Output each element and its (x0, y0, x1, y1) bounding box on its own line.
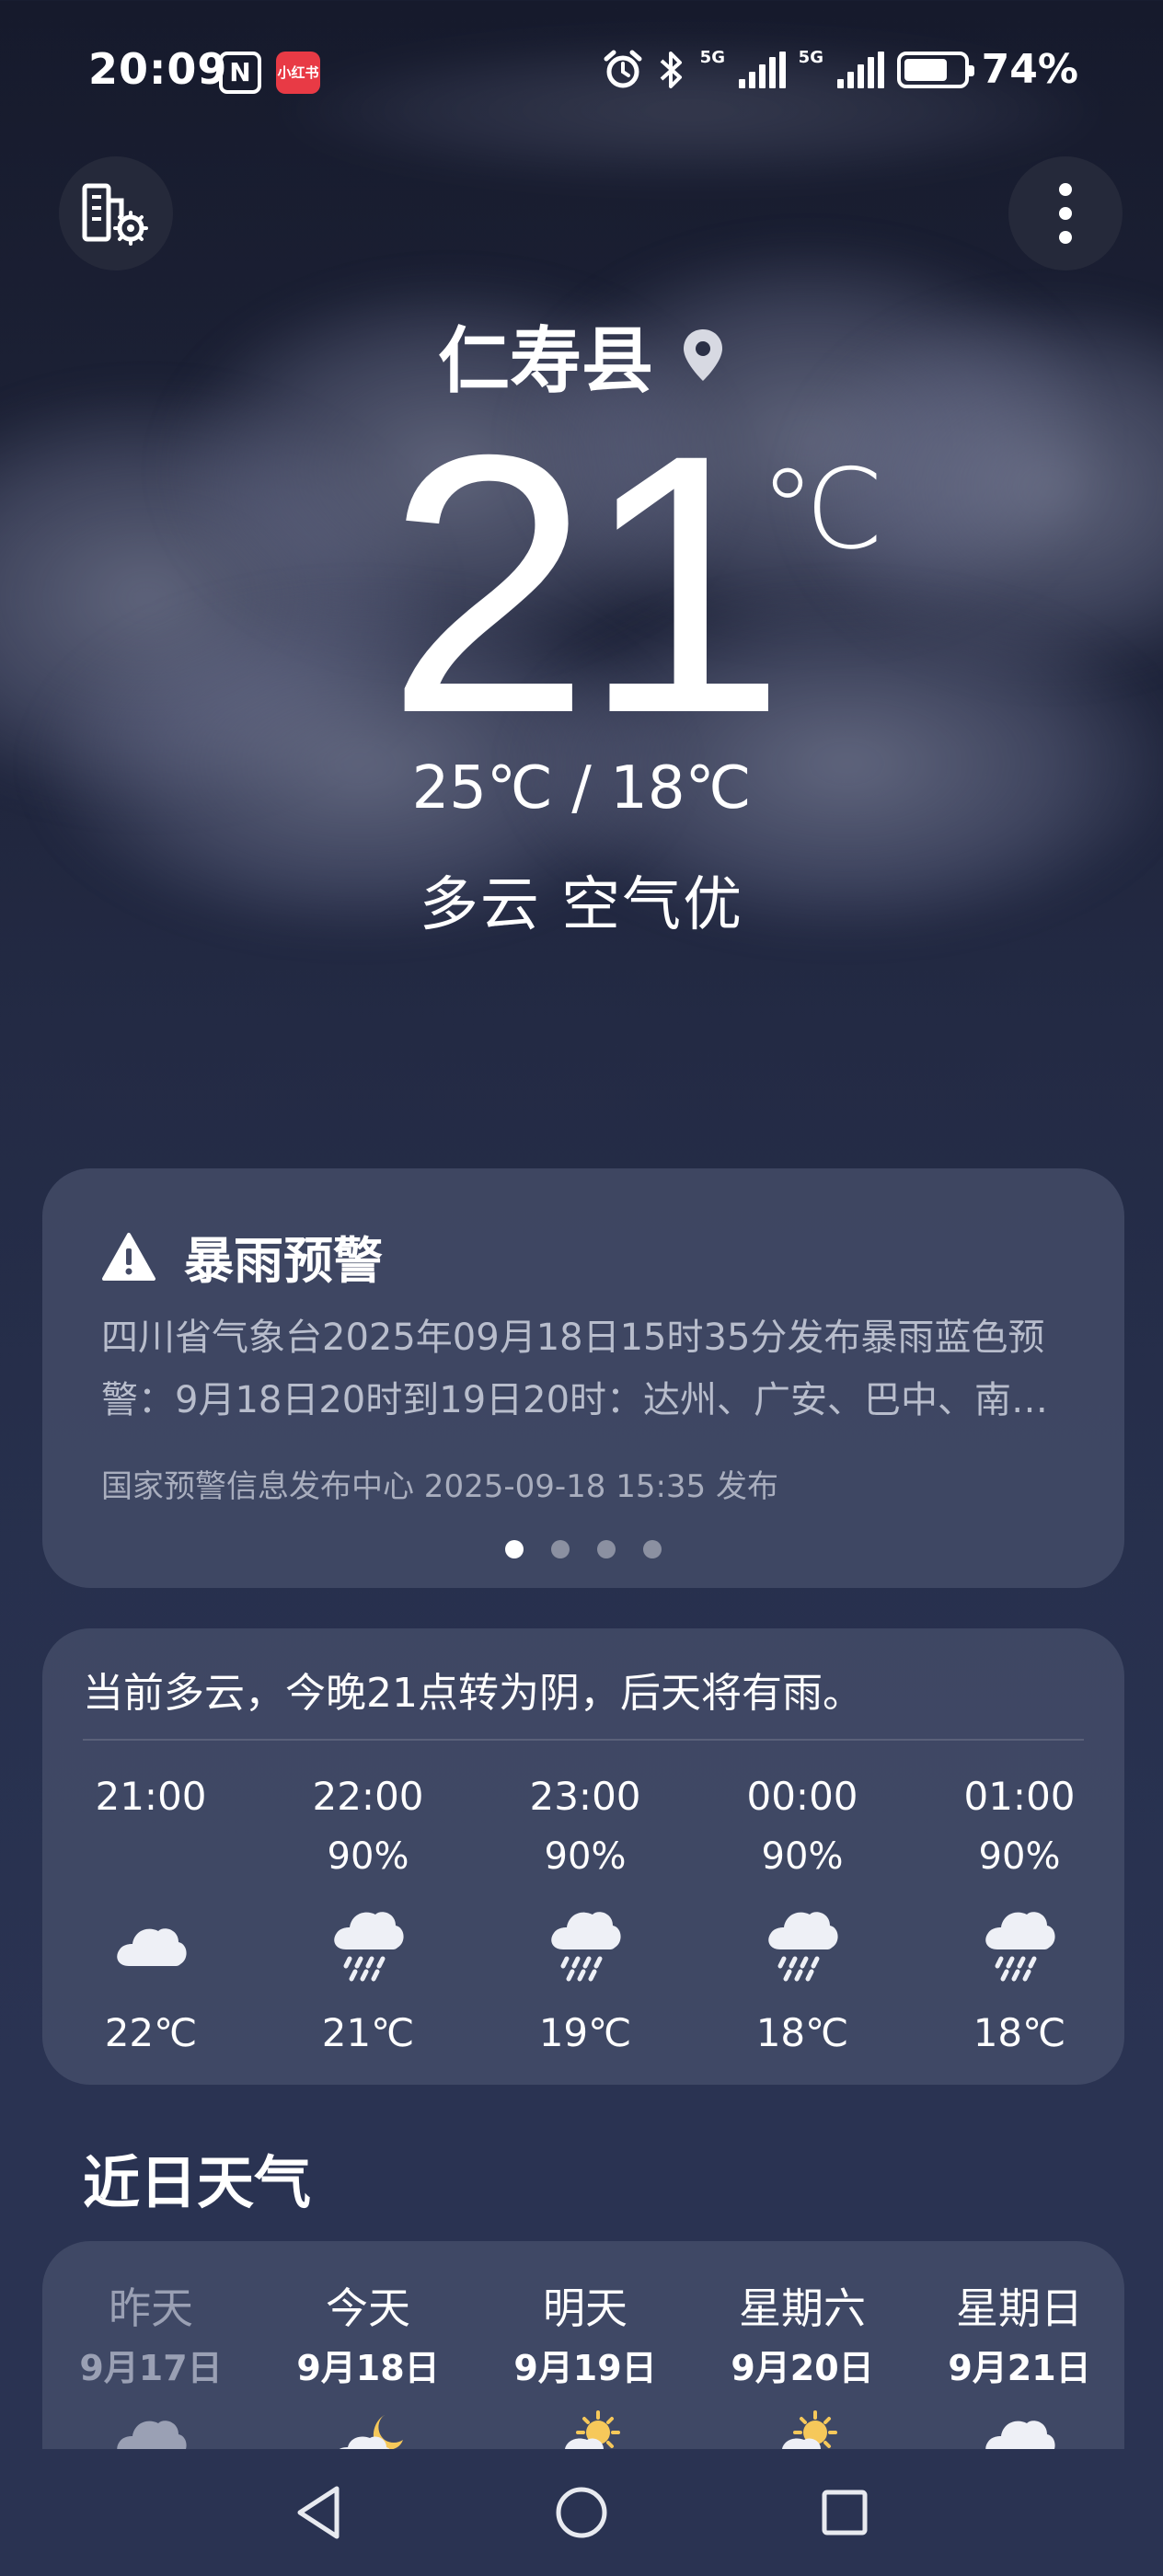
signal-icon-sim1: 5G (700, 48, 786, 88)
hour-time: 22:00 (312, 1774, 424, 1819)
hour-time: 00:00 (746, 1774, 858, 1819)
day-name: 昨天 (109, 2283, 193, 2333)
hour-precip: 90% (544, 1835, 627, 1878)
day-item-saturday[interactable]: 星期六 9月20日 (701, 2276, 904, 2469)
bluetooth-icon (660, 51, 682, 88)
rain-icon (276, 1886, 460, 2006)
recent-weather-title: 近日天气 (83, 2149, 312, 2216)
hour-precip: 90% (327, 1835, 409, 1878)
day-item-yesterday[interactable]: 昨天 9月17日 (50, 2276, 252, 2466)
recents-square-icon[interactable] (821, 2489, 869, 2536)
more-vertical-icon (1059, 183, 1072, 244)
signal-icon-sim2: 5G (799, 48, 884, 88)
hour-precip: 90% (761, 1835, 844, 1878)
alert-source: 国家预警信息发布中心 2025-09-18 15:35 发布 (101, 1468, 778, 1505)
temperature-unit: ℃ (760, 446, 884, 574)
city-manage-button[interactable] (59, 156, 173, 270)
divider (83, 1739, 1084, 1741)
hour-temp: 21℃ (321, 2010, 415, 2055)
status-time: 20:09 (88, 44, 228, 94)
rain-icon (493, 1886, 677, 2006)
day-date: 9月18日 (296, 2348, 440, 2388)
weather-condition: 多云 空气优 (419, 871, 744, 939)
day-item-sunday[interactable]: 星期日 9月21日 (918, 2276, 1121, 2466)
pagination-dot-4[interactable] (643, 1540, 662, 1558)
day-date: 9月21日 (948, 2348, 1091, 2388)
hourly-item: 22:00 90% 21℃ (276, 1766, 460, 2061)
current-temperature-wrap: 21 (0, 378, 1163, 789)
back-triangle-icon[interactable] (294, 2485, 342, 2540)
day-name: 星期六 (739, 2283, 866, 2333)
pagination-dot-3[interactable] (597, 1540, 616, 1558)
hour-time: 23:00 (529, 1774, 641, 1819)
hour-precip (59, 1827, 243, 1886)
cloudy-icon (59, 1886, 243, 2006)
warning-icon (102, 1232, 155, 1281)
alert-title-row: 暴雨预警 (101, 1220, 383, 1293)
current-temperature: 21 (386, 378, 787, 789)
hourly-summary: 当前多云，今晚21点转为阴，后天将有雨。 (83, 1670, 863, 1717)
battery-icon (896, 51, 974, 88)
hourly-forecast-card[interactable]: 当前多云，今晚21点转为阴，后天将有雨。 21:00 22℃ 22:00 90%… (42, 1628, 1124, 2085)
hourly-item: 00:00 90% 18℃ (710, 1766, 894, 2061)
rain-icon (927, 1886, 1111, 2006)
day-item-today[interactable]: 今天 9月18日 (267, 2276, 469, 2469)
nfc-icon: N (219, 52, 261, 94)
hour-temp: 19℃ (538, 2010, 632, 2055)
hourly-item: 01:00 90% 18℃ (927, 1766, 1111, 2061)
alert-pagination (42, 1540, 1124, 1558)
hour-temp: 22℃ (104, 2010, 198, 2055)
rain-icon (710, 1886, 894, 2006)
pagination-dot-1[interactable] (505, 1540, 524, 1558)
more-options-button[interactable] (1008, 156, 1123, 270)
alert-title: 暴雨预警 (184, 1232, 383, 1290)
hour-temp: 18℃ (973, 2010, 1066, 2055)
day-name: 明天 (543, 2283, 628, 2333)
weather-alert-card[interactable]: 暴雨预警 四川省气象台2025年09月18日15时35分发布暴雨蓝色预警：9月1… (42, 1168, 1124, 1588)
alarm-icon (604, 50, 642, 87)
day-name: 星期日 (956, 2283, 1083, 2333)
day-item-tomorrow[interactable]: 明天 9月19日 (484, 2276, 686, 2469)
system-navigation-bar (0, 2449, 1163, 2576)
temperature-range: 25℃ / 18℃ (411, 754, 752, 822)
city-settings-icon (82, 183, 148, 246)
hour-precip: 90% (978, 1835, 1061, 1878)
hourly-item: 23:00 90% 19℃ (493, 1766, 677, 2061)
hour-temp: 18℃ (755, 2010, 849, 2055)
hourly-item: 21:00 22℃ (59, 1766, 243, 2061)
location-pin-icon (684, 329, 722, 381)
day-date: 9月20日 (731, 2348, 874, 2388)
day-name: 今天 (326, 2283, 410, 2333)
battery-percent: 74% (981, 46, 1078, 93)
hour-time: 21:00 (95, 1774, 207, 1819)
alert-body: 四川省气象台2025年09月18日15时35分发布暴雨蓝色预警：9月18日20时… (101, 1317, 1049, 1421)
day-date: 9月19日 (513, 2348, 657, 2388)
status-indicators: 5G 5G 74% (603, 46, 1078, 93)
hour-time: 01:00 (963, 1774, 1076, 1819)
app-notification-badge: 小红书 (276, 52, 320, 94)
home-circle-icon[interactable] (554, 2485, 609, 2540)
pagination-dot-2[interactable] (551, 1540, 570, 1558)
day-date: 9月17日 (79, 2348, 223, 2388)
